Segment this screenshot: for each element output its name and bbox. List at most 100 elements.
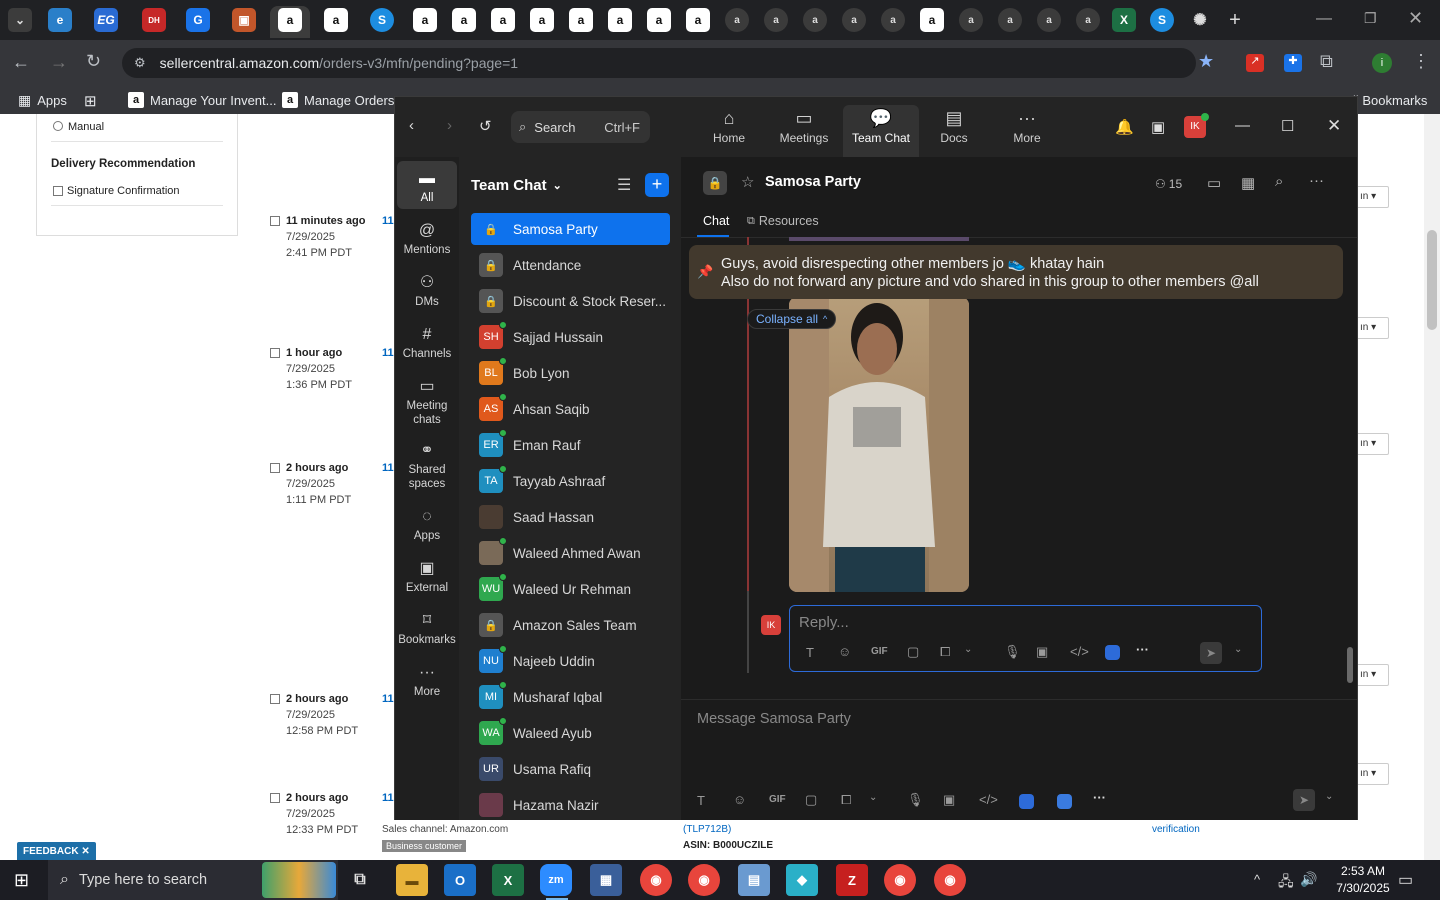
tray-chevron-up-icon[interactable]: ^ (1254, 872, 1260, 887)
calculator-icon[interactable]: ▦ (590, 864, 622, 896)
gif-button[interactable]: GIF (769, 794, 786, 805)
maximize-icon[interactable]: ☐ (1281, 117, 1294, 135)
profile-avatar[interactable]: IK (1184, 113, 1209, 138)
star-icon[interactable]: ☆ (741, 173, 754, 191)
tab-box[interactable]: ▣ (232, 8, 256, 32)
file-explorer-icon[interactable]: ▬ (396, 864, 428, 896)
page-scrollbar[interactable] (1424, 114, 1440, 860)
profile-avatar[interactable]: i (1372, 53, 1392, 73)
action-dropdown[interactable]: ın ▾ (1355, 186, 1389, 208)
tab-dh[interactable]: DH (142, 8, 166, 32)
chat-list-item[interactable]: Hazama Nazir (471, 789, 670, 821)
restore-icon[interactable]: ❐ (1364, 10, 1377, 27)
tab-amazon[interactable]: a (491, 8, 515, 32)
filter-icon[interactable]: ☰ (617, 175, 631, 195)
reply-box[interactable]: Reply... T ☺ GIF ▢ ⧠ ⌄ 🎙 ▣ </> ··· ➤ ⌄ (789, 605, 1262, 672)
tab-excel[interactable]: X (1112, 8, 1136, 32)
bell-icon[interactable]: 🔔 (1115, 118, 1134, 136)
chat-list-item[interactable]: ER Eman Rauf (471, 429, 670, 461)
chat-list-item[interactable]: Waleed Ahmed Awan (471, 537, 670, 569)
tab-amazon[interactable]: a (530, 8, 554, 32)
nav-home[interactable]: ⌂ Home (691, 105, 767, 157)
send-icon[interactable]: ➤ (1200, 642, 1222, 664)
reply-input[interactable]: Reply... (799, 614, 849, 631)
scrollbar-thumb[interactable] (1427, 230, 1437, 330)
order-id-link[interactable]: 11 (382, 347, 394, 359)
chat-list-item[interactable]: 🔒 Discount & Stock Reser... (471, 285, 670, 317)
forward-chevron-icon[interactable]: › (447, 117, 452, 134)
chat-scrollbar-thumb[interactable] (1347, 647, 1353, 683)
screenshot-icon[interactable]: ⧠ (841, 792, 851, 808)
close-icon[interactable]: ✕ (1408, 8, 1423, 29)
pinned-message-banner[interactable]: 📌 Guys, avoid disrespecting other member… (689, 245, 1343, 299)
chat-list-item[interactable]: 🔒 Amazon Sales Team (471, 609, 670, 641)
tab-amazon[interactable]: a (647, 8, 671, 32)
bookmark-apps[interactable]: ▦ Apps (18, 92, 67, 109)
tab-zoom[interactable]: a (725, 8, 749, 32)
chrome-icon[interactable]: ◉ (934, 864, 966, 896)
members-button[interactable]: ⚇ 15 (1155, 177, 1182, 191)
chat-list-item[interactable]: 🔒 Attendance (471, 249, 670, 281)
chat-list-item[interactable]: Saad Hassan (471, 501, 670, 533)
bookmark-manage-inventory[interactable]: a Manage Your Invent... (128, 92, 276, 108)
signature-checkbox[interactable] (53, 186, 63, 196)
chat-list-item[interactable]: SH Sajjad Hussain (471, 321, 670, 353)
format-text-icon[interactable]: T (697, 793, 705, 808)
chrome-icon[interactable]: ◉ (884, 864, 916, 896)
nav-meetings[interactable]: ▭ Meetings (766, 105, 842, 157)
volume-icon[interactable]: 🔊 (1300, 871, 1317, 888)
chat-list-item[interactable]: UR Usama Rafiq (471, 753, 670, 785)
nav-team-chat[interactable]: 💬 Team Chat (843, 105, 919, 157)
nav-docs[interactable]: ▤ Docs (916, 105, 992, 157)
calendar-gift-icon[interactable]: ▣ (1151, 118, 1165, 136)
zoom-app-icon[interactable] (1105, 645, 1120, 660)
minimize-icon[interactable]: — (1316, 10, 1332, 28)
shared-photo[interactable] (789, 297, 969, 592)
chat-list-item[interactable]: TA Tayyab Ashraaf (471, 465, 670, 497)
tab-ei[interactable]: e (48, 8, 72, 32)
video-clip-icon[interactable]: ▣ (1036, 644, 1048, 660)
chat-list-item[interactable]: NU Najeeb Uddin (471, 645, 670, 677)
notepad-icon[interactable]: ▤ (738, 864, 770, 896)
minimize-icon[interactable]: — (1235, 117, 1250, 134)
network-icon[interactable]: 🖧 (1278, 871, 1294, 895)
tab-s[interactable]: S (370, 8, 394, 32)
chrome-icon[interactable]: ◉ (640, 864, 672, 896)
extensions-puzzle-icon[interactable]: ⧉ (1320, 51, 1333, 72)
tab-amazon-active[interactable]: a (278, 8, 302, 32)
excel-icon[interactable]: X (492, 864, 524, 896)
tab-zoom[interactable]: a (881, 8, 905, 32)
tab-zoom[interactable]: a (1076, 8, 1100, 32)
send-options-chevron-icon[interactable]: ⌄ (1325, 791, 1333, 802)
chat-list-item[interactable]: AS Ahsan Saqib (471, 393, 670, 425)
tab-amazon[interactable]: a (452, 8, 476, 32)
microphone-icon[interactable]: 🎙 (1004, 644, 1021, 660)
chrome-menu-icon[interactable]: ⋮ (1412, 51, 1430, 72)
screenshot-icon[interactable]: ⧠ (940, 644, 950, 660)
manual-radio[interactable] (53, 121, 63, 131)
chat-list-item[interactable]: MI Musharaf Iqbal (471, 681, 670, 713)
feedback-button[interactable]: FEEDBACK ✕ (17, 842, 96, 862)
rail-all[interactable]: ▬ All (397, 161, 457, 209)
code-icon[interactable]: </> (979, 792, 998, 807)
order-id-link[interactable]: 11 (382, 462, 394, 474)
search-icon[interactable]: ⌕ (1275, 173, 1283, 190)
order-id-link[interactable]: 11 (382, 792, 394, 804)
code-icon[interactable]: </> (1070, 644, 1089, 659)
address-bar[interactable]: ⚙ sellercentral.amazon.com /orders-v3/mf… (122, 48, 1196, 78)
video-call-icon[interactable]: ▭ (1207, 174, 1221, 192)
extension-red-icon[interactable]: ↗ (1246, 54, 1264, 72)
tab-amazon[interactable]: a (686, 8, 710, 32)
video-clip-icon[interactable]: ▣ (943, 792, 955, 808)
tab-g[interactable]: G (186, 8, 210, 32)
new-tab-plus-icon[interactable]: + (1223, 8, 1247, 32)
bookmark-manage-orders[interactable]: a Manage Orders (282, 92, 394, 108)
tab-chatgpt[interactable]: ✺ (1188, 8, 1212, 32)
zoom-app-icon[interactable]: zm (540, 864, 572, 896)
tab-zoom[interactable]: a (764, 8, 788, 32)
rail-dms[interactable]: ⚇ DMs (397, 271, 457, 309)
order-id-link[interactable]: 11 (382, 693, 394, 705)
tab-s[interactable]: S (1150, 8, 1174, 32)
collapse-all-button[interactable]: Collapse all ^ (747, 309, 837, 329)
back-arrow-icon[interactable]: ← (12, 52, 30, 73)
